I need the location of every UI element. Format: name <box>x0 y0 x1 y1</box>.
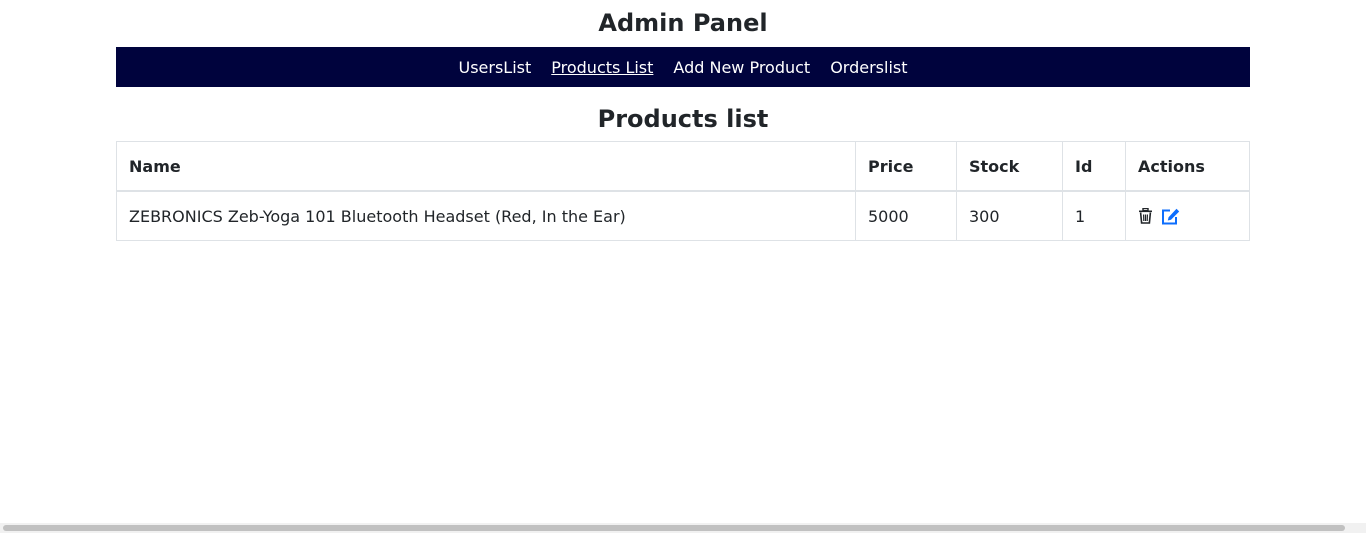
trash-icon-svg <box>1139 208 1152 224</box>
action-icons <box>1138 208 1237 225</box>
edit-icon[interactable] <box>1161 208 1180 225</box>
cell-price: 5000 <box>855 190 957 241</box>
edit-icon-svg <box>1162 208 1180 224</box>
section-title: Products list <box>597 105 769 133</box>
table-header-row: Name Price Stock Id Actions <box>116 141 1250 192</box>
header-name: Name <box>116 141 856 192</box>
navbar: UsersList Products List Add New Product … <box>116 47 1250 87</box>
nav-item-products-list[interactable]: Products List <box>551 58 653 77</box>
header-id: Id <box>1062 141 1126 192</box>
nav-item-add-new-product[interactable]: Add New Product <box>673 58 810 77</box>
header-actions: Actions <box>1125 141 1250 192</box>
products-table: Name Price Stock Id Actions ZEBRONICS Ze… <box>116 141 1250 241</box>
header-stock: Stock <box>956 141 1063 192</box>
cell-id: 1 <box>1062 190 1126 241</box>
header-price: Price <box>855 141 957 192</box>
cell-actions <box>1125 190 1250 241</box>
page-title: Admin Panel <box>598 9 768 37</box>
nav-item-users-list[interactable]: UsersList <box>458 58 531 77</box>
scrollbar-thumb[interactable] <box>3 525 1345 531</box>
cell-name: ZEBRONICS Zeb-Yoga 101 Bluetooth Headset… <box>116 190 856 241</box>
trash-icon[interactable] <box>1138 208 1153 224</box>
page: Admin Panel UsersList Products List Add … <box>0 0 1366 533</box>
nav-item-orders-list[interactable]: Orderslist <box>830 58 907 77</box>
cell-stock: 300 <box>956 190 1063 241</box>
horizontal-scrollbar[interactable] <box>0 523 1366 533</box>
table-row: ZEBRONICS Zeb-Yoga 101 Bluetooth Headset… <box>116 190 1250 241</box>
